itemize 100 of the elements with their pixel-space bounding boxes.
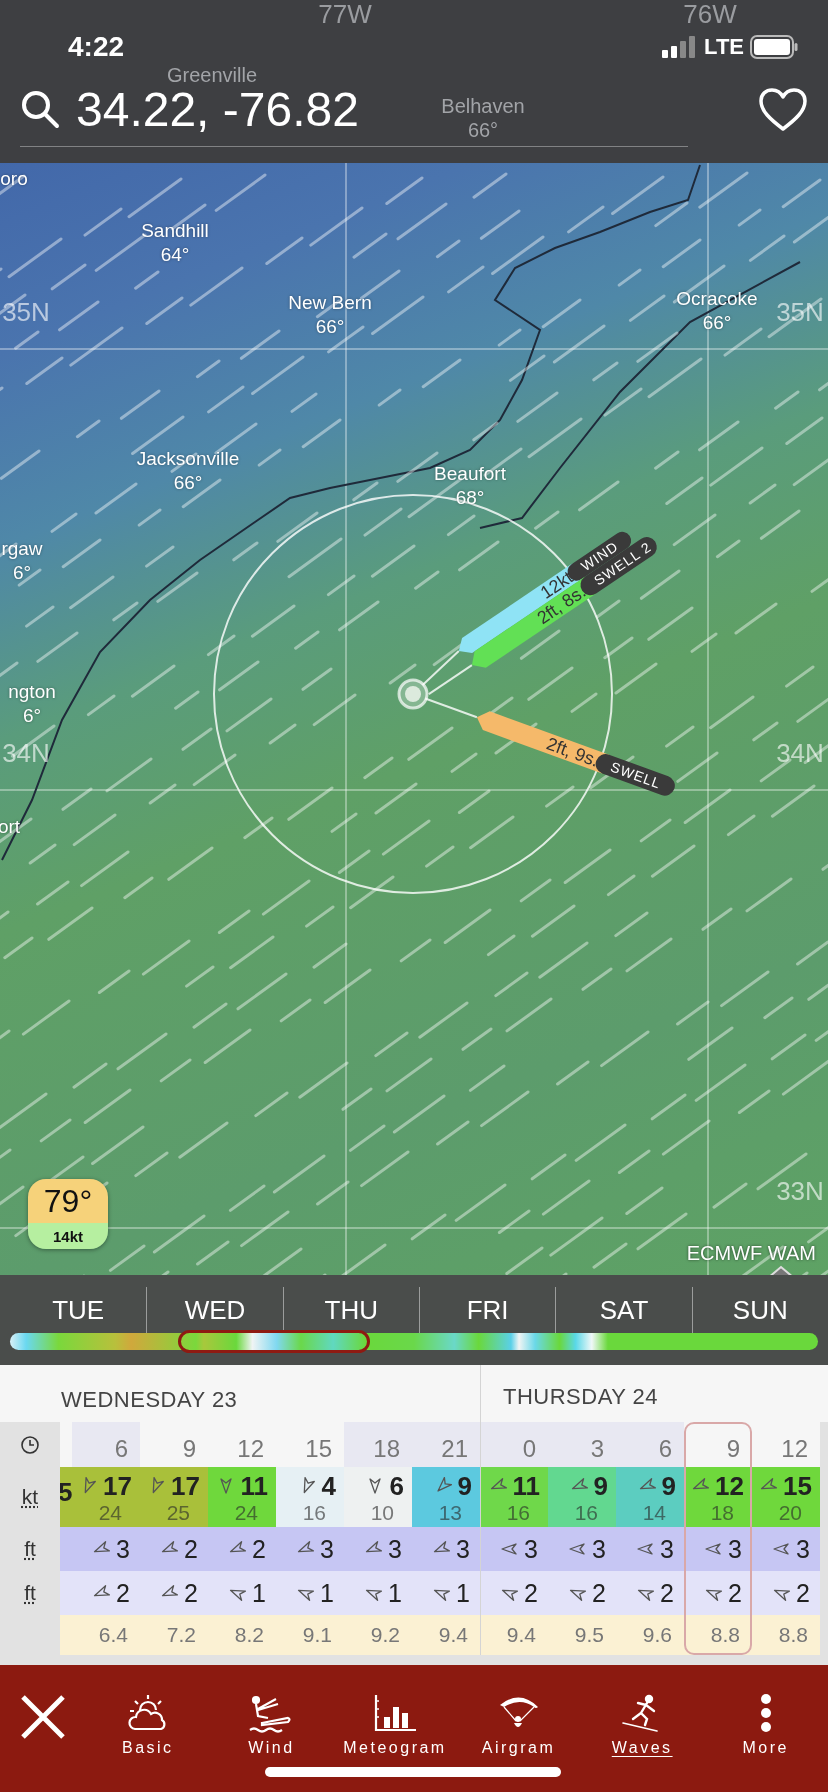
place-temperature: 66° bbox=[315, 315, 345, 339]
swell-height: 2 bbox=[116, 1578, 130, 1608]
clock-icon bbox=[20, 1434, 40, 1455]
search-icon[interactable] bbox=[20, 89, 60, 129]
location-marker[interactable] bbox=[397, 678, 429, 710]
day-label[interactable]: FRI bbox=[466, 1294, 509, 1326]
day-label[interactable]: SUN bbox=[732, 1294, 788, 1326]
period-cell: 9.5 bbox=[548, 1615, 616, 1655]
forecast-column[interactable]: 18 6 10 3 1 9.2 bbox=[344, 1422, 412, 1655]
swell-height: 3 bbox=[456, 1534, 470, 1564]
forecast-column[interactable]: 9 12 18 3 2 8.8 bbox=[684, 1422, 752, 1655]
nav-tab[interactable]: Airgram bbox=[456, 1677, 581, 1757]
nav-tab[interactable]: Meteogram bbox=[333, 1677, 457, 1757]
swell-height: 2 bbox=[728, 1578, 742, 1608]
swell-height: 2 bbox=[252, 1534, 266, 1564]
swell-height: 2 bbox=[660, 1578, 674, 1608]
swell-cell bbox=[60, 1527, 72, 1571]
forecast-column[interactable]: 15 4 16 3 1 9.1 bbox=[276, 1422, 344, 1655]
swell-arrow-icon bbox=[636, 1540, 655, 1558]
grid-label: 33N bbox=[776, 1177, 824, 1205]
day-heading: THURSDAY 24 bbox=[503, 1383, 659, 1410]
network-label: LTE bbox=[704, 34, 744, 60]
hour-cell: 12 bbox=[752, 1422, 820, 1467]
wind-gust: 10 bbox=[370, 1501, 395, 1524]
heart-icon[interactable] bbox=[758, 87, 808, 132]
wind-speed: 12 bbox=[715, 1470, 744, 1502]
grid-label: 34N bbox=[776, 739, 824, 767]
swell-height: 2 bbox=[796, 1578, 810, 1608]
hour-cell: 9 bbox=[684, 1422, 752, 1467]
grid-label: 76W bbox=[683, 0, 737, 28]
hour-cell: 0 bbox=[481, 1422, 548, 1467]
wind-speed: 4 bbox=[321, 1470, 336, 1502]
forecast-column[interactable]: 12 11 24 2 1 8.2 bbox=[208, 1422, 276, 1655]
forecast-column[interactable]: 9 17 25 2 2 7.2 bbox=[140, 1422, 208, 1655]
swell-height: 2 bbox=[592, 1578, 606, 1608]
swell-height: 2 bbox=[184, 1534, 198, 1564]
forecast-column[interactable]: 12 15 20 3 2 8.8 bbox=[752, 1422, 820, 1655]
place-name: Beaufort bbox=[434, 462, 506, 486]
nav-tab[interactable]: More bbox=[703, 1677, 828, 1757]
swell-cell bbox=[60, 1571, 72, 1615]
day-label[interactable]: WED bbox=[184, 1294, 246, 1326]
swell-height: 3 bbox=[388, 1534, 402, 1564]
close-icon bbox=[20, 1694, 66, 1740]
period-cell: 9.4 bbox=[412, 1615, 480, 1655]
swell-height: 3 bbox=[524, 1534, 538, 1564]
period-cell: 8.8 bbox=[752, 1615, 820, 1655]
wind-gust: 16 bbox=[574, 1501, 599, 1524]
hour-cell: 15 bbox=[276, 1422, 344, 1467]
swell-height: 1 bbox=[320, 1578, 334, 1608]
hour-cell: 9 bbox=[140, 1422, 208, 1467]
swell-arrow-icon bbox=[704, 1540, 723, 1558]
nav-tab[interactable]: Waves bbox=[580, 1677, 704, 1757]
model-label: ECMWF WAM bbox=[686, 1242, 816, 1264]
nav-tab[interactable]: Basic bbox=[86, 1677, 210, 1757]
status-time: 4:22 bbox=[68, 31, 126, 63]
place-name: ngton bbox=[8, 680, 56, 704]
place-name: rgaw bbox=[1, 537, 43, 561]
forecast-column[interactable]: 6 17 24 3 2 6.4 bbox=[72, 1422, 140, 1655]
unit-label: kt bbox=[21, 1485, 39, 1509]
day-label[interactable]: SAT bbox=[599, 1294, 649, 1326]
hour-cell: 18 bbox=[344, 1422, 412, 1467]
forecast-column[interactable]: 3 9 16 3 2 9.5 bbox=[548, 1422, 616, 1655]
place-temperature: 66° bbox=[702, 311, 732, 335]
place-temperature: 68° bbox=[455, 486, 485, 510]
day-label[interactable]: TUE bbox=[52, 1294, 105, 1326]
hour-cell: 6 bbox=[616, 1422, 684, 1467]
hour-cell: 3 bbox=[548, 1422, 616, 1467]
place-name: Jacksonville bbox=[136, 447, 240, 471]
bar-chart-icon bbox=[372, 1693, 418, 1733]
place-name: Sandhill bbox=[141, 219, 209, 243]
temperature-value: 79° bbox=[43, 1182, 93, 1220]
place-temperature: 66° bbox=[467, 118, 499, 142]
wind-speed: 9 bbox=[593, 1470, 608, 1502]
swell-height: 1 bbox=[456, 1578, 470, 1608]
unit-label: ft bbox=[24, 1581, 36, 1605]
selection-frame[interactable] bbox=[178, 1330, 370, 1353]
wind-gust: 24 bbox=[98, 1501, 123, 1524]
nav-tab[interactable]: Wind bbox=[209, 1677, 334, 1757]
wind-speed: 11 bbox=[240, 1470, 268, 1502]
place-name: oro bbox=[0, 167, 28, 191]
swell-height: 3 bbox=[116, 1534, 130, 1564]
wind-speed: 17 bbox=[171, 1470, 200, 1502]
wind-gust: 13 bbox=[438, 1501, 463, 1524]
wind-speed: 17 bbox=[103, 1470, 132, 1502]
place-temperature: 66° bbox=[173, 471, 203, 495]
forecast-column[interactable]: 21 9 13 3 1 9.4 bbox=[412, 1422, 480, 1655]
day-heading: WEDNESDAY 23 bbox=[61, 1386, 238, 1413]
swell-height: 1 bbox=[252, 1578, 266, 1608]
wind-gust: 14 bbox=[642, 1501, 667, 1524]
swell-height: 3 bbox=[320, 1534, 334, 1564]
period-cell: 8.2 bbox=[208, 1615, 276, 1655]
period-cell: 8.8 bbox=[684, 1615, 752, 1655]
forecast-column[interactable]: 6 9 14 3 2 9.6 bbox=[616, 1422, 684, 1655]
unit-label: ft bbox=[24, 1537, 36, 1561]
place-temperature: 6° bbox=[12, 561, 32, 585]
forecast-column[interactable]: 0 11 16 3 2 9.4 bbox=[480, 1422, 548, 1655]
forecast-color-bar[interactable] bbox=[10, 1333, 818, 1350]
day-label[interactable]: THU bbox=[324, 1294, 379, 1326]
hour-cell: 12 bbox=[208, 1422, 276, 1467]
wind-gust: 16 bbox=[506, 1501, 531, 1524]
